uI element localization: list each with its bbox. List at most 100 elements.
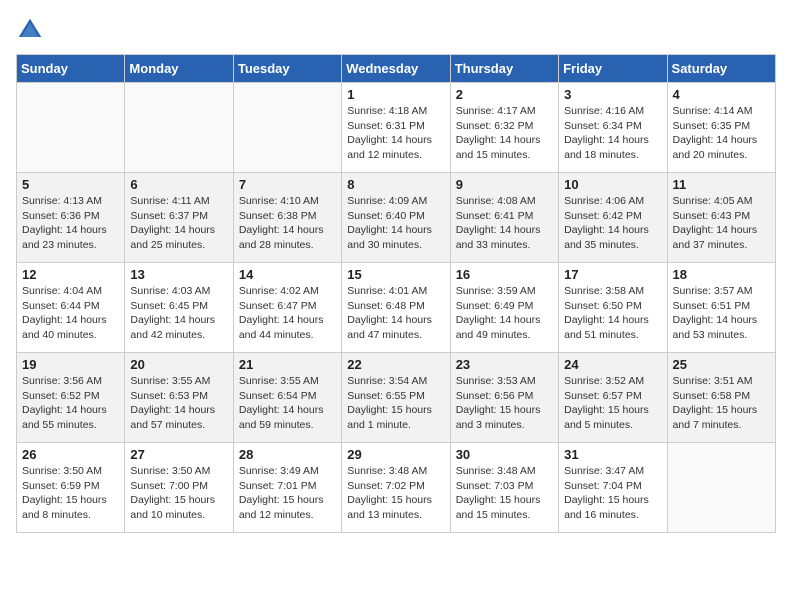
calendar-cell: 10Sunrise: 4:06 AMSunset: 6:42 PMDayligh… — [559, 173, 667, 263]
day-details: Sunrise: 3:48 AMSunset: 7:03 PMDaylight:… — [456, 464, 553, 523]
calendar-cell: 31 Sunrise: 3:47 AMSunset: 7:04 PMDayligh… — [559, 443, 667, 533]
day-number: 4 — [673, 87, 770, 102]
day-details: Sunrise: 3:51 AMSunset: 6:58 PMDaylight:… — [673, 374, 770, 433]
page-header — [16, 16, 776, 44]
calendar-cell: 22 Sunrise: 3:54 AMSunset: 6:55 PMDayligh… — [342, 353, 450, 443]
calendar-cell: 21 Sunrise: 3:55 AMSunset: 6:54 PMDayligh… — [233, 353, 341, 443]
day-of-week-header: Thursday — [450, 55, 558, 83]
day-number: 20 — [130, 357, 227, 372]
calendar-cell: 9 Sunrise: 4:08 AMSunset: 6:41 PMDaylight… — [450, 173, 558, 263]
calendar-table: SundayMondayTuesdayWednesdayThursdayFrid… — [16, 54, 776, 533]
day-number: 5 — [22, 177, 119, 192]
day-number: 31 — [564, 447, 661, 462]
calendar-cell: 5 Sunrise: 4:13 AMSunset: 6:36 PMDaylight… — [17, 173, 125, 263]
calendar-cell: 11 Sunrise: 4:05 AMSunset: 6:43 PMDayligh… — [667, 173, 775, 263]
day-details: Sunrise: 4:01 AMSunset: 6:48 PMDaylight:… — [347, 284, 444, 343]
day-number: 2 — [456, 87, 553, 102]
calendar-cell: 12 Sunrise: 4:04 AMSunset: 6:44 PMDayligh… — [17, 263, 125, 353]
day-number: 25 — [673, 357, 770, 372]
calendar-week-row: 1 Sunrise: 4:18 AMSunset: 6:31 PMDaylight… — [17, 83, 776, 173]
day-details: Sunrise: 4:16 AMSunset: 6:34 PMDaylight:… — [564, 104, 661, 163]
day-details: Sunrise: 4:09 AMSunset: 6:40 PMDaylight:… — [347, 194, 444, 253]
day-number: 10 — [564, 177, 661, 192]
day-details: Sunrise: 3:48 AMSunset: 7:02 PMDaylight:… — [347, 464, 444, 523]
day-number: 1 — [347, 87, 444, 102]
day-number: 27 — [130, 447, 227, 462]
calendar-cell: 27 Sunrise: 3:50 AMSunset: 7:00 PMDayligh… — [125, 443, 233, 533]
logo — [16, 16, 48, 44]
day-number: 30 — [456, 447, 553, 462]
day-details: Sunrise: 3:47 AMSunset: 7:04 PMDaylight:… — [564, 464, 661, 523]
calendar-cell: 24Sunrise: 3:52 AMSunset: 6:57 PMDayligh… — [559, 353, 667, 443]
day-details: Sunrise: 3:53 AMSunset: 6:56 PMDaylight:… — [456, 374, 553, 433]
calendar-cell: 29 Sunrise: 3:48 AMSunset: 7:02 PMDayligh… — [342, 443, 450, 533]
calendar-cell: 17Sunrise: 3:58 AMSunset: 6:50 PMDayligh… — [559, 263, 667, 353]
day-details: Sunrise: 4:08 AMSunset: 6:41 PMDaylight:… — [456, 194, 553, 253]
day-number: 26 — [22, 447, 119, 462]
day-number: 29 — [347, 447, 444, 462]
calendar-cell: 2 Sunrise: 4:17 AMSunset: 6:32 PMDaylight… — [450, 83, 558, 173]
calendar-cell: 3 Sunrise: 4:16 AMSunset: 6:34 PMDaylight… — [559, 83, 667, 173]
day-of-week-header: Sunday — [17, 55, 125, 83]
day-number: 13 — [130, 267, 227, 282]
day-number: 9 — [456, 177, 553, 192]
day-details: Sunrise: 4:05 AMSunset: 6:43 PMDaylight:… — [673, 194, 770, 253]
day-details: Sunrise: 3:55 AMSunset: 6:54 PMDaylight:… — [239, 374, 336, 433]
calendar-week-row: 26 Sunrise: 3:50 AMSunset: 6:59 PMDayligh… — [17, 443, 776, 533]
day-number: 18 — [673, 267, 770, 282]
day-details: Sunrise: 3:50 AMSunset: 7:00 PMDaylight:… — [130, 464, 227, 523]
day-details: Sunrise: 3:59 AMSunset: 6:49 PMDaylight:… — [456, 284, 553, 343]
day-details: Sunrise: 3:54 AMSunset: 6:55 PMDaylight:… — [347, 374, 444, 433]
calendar-cell: 28Sunrise: 3:49 AMSunset: 7:01 PMDayligh… — [233, 443, 341, 533]
day-number: 3 — [564, 87, 661, 102]
day-details: Sunrise: 3:50 AMSunset: 6:59 PMDaylight:… — [22, 464, 119, 523]
day-details: Sunrise: 3:55 AMSunset: 6:53 PMDaylight:… — [130, 374, 227, 433]
calendar-week-row: 12 Sunrise: 4:04 AMSunset: 6:44 PMDayligh… — [17, 263, 776, 353]
calendar-cell: 26 Sunrise: 3:50 AMSunset: 6:59 PMDayligh… — [17, 443, 125, 533]
calendar-week-row: 5 Sunrise: 4:13 AMSunset: 6:36 PMDaylight… — [17, 173, 776, 263]
day-details: Sunrise: 3:49 AMSunset: 7:01 PMDaylight:… — [239, 464, 336, 523]
day-details: Sunrise: 4:04 AMSunset: 6:44 PMDaylight:… — [22, 284, 119, 343]
logo-icon — [16, 16, 44, 44]
day-details: Sunrise: 4:17 AMSunset: 6:32 PMDaylight:… — [456, 104, 553, 163]
calendar-cell: 25 Sunrise: 3:51 AMSunset: 6:58 PMDayligh… — [667, 353, 775, 443]
calendar-cell: 6 Sunrise: 4:11 AMSunset: 6:37 PMDaylight… — [125, 173, 233, 263]
day-details: Sunrise: 4:13 AMSunset: 6:36 PMDaylight:… — [22, 194, 119, 253]
day-details: Sunrise: 4:02 AMSunset: 6:47 PMDaylight:… — [239, 284, 336, 343]
day-number: 6 — [130, 177, 227, 192]
day-details: Sunrise: 4:11 AMSunset: 6:37 PMDaylight:… — [130, 194, 227, 253]
calendar-cell: 19Sunrise: 3:56 AMSunset: 6:52 PMDayligh… — [17, 353, 125, 443]
day-details: Sunrise: 3:58 AMSunset: 6:50 PMDaylight:… — [564, 284, 661, 343]
calendar-cell: 23Sunrise: 3:53 AMSunset: 6:56 PMDayligh… — [450, 353, 558, 443]
calendar-cell: 1 Sunrise: 4:18 AMSunset: 6:31 PMDaylight… — [342, 83, 450, 173]
day-details: Sunrise: 4:10 AMSunset: 6:38 PMDaylight:… — [239, 194, 336, 253]
calendar-cell — [233, 83, 341, 173]
calendar-cell — [667, 443, 775, 533]
day-number: 22 — [347, 357, 444, 372]
day-details: Sunrise: 4:14 AMSunset: 6:35 PMDaylight:… — [673, 104, 770, 163]
day-details: Sunrise: 3:52 AMSunset: 6:57 PMDaylight:… — [564, 374, 661, 433]
day-number: 16 — [456, 267, 553, 282]
day-details: Sunrise: 4:18 AMSunset: 6:31 PMDaylight:… — [347, 104, 444, 163]
day-details: Sunrise: 3:57 AMSunset: 6:51 PMDaylight:… — [673, 284, 770, 343]
calendar-cell: 30 Sunrise: 3:48 AMSunset: 7:03 PMDayligh… — [450, 443, 558, 533]
day-number: 14 — [239, 267, 336, 282]
day-of-week-header: Monday — [125, 55, 233, 83]
day-details: Sunrise: 4:03 AMSunset: 6:45 PMDaylight:… — [130, 284, 227, 343]
calendar-cell: 8 Sunrise: 4:09 AMSunset: 6:40 PMDaylight… — [342, 173, 450, 263]
day-number: 21 — [239, 357, 336, 372]
calendar-cell: 15Sunrise: 4:01 AMSunset: 6:48 PMDayligh… — [342, 263, 450, 353]
calendar-week-row: 19Sunrise: 3:56 AMSunset: 6:52 PMDayligh… — [17, 353, 776, 443]
calendar-cell: 13 Sunrise: 4:03 AMSunset: 6:45 PMDayligh… — [125, 263, 233, 353]
calendar-cell — [125, 83, 233, 173]
calendar-cell: 7 Sunrise: 4:10 AMSunset: 6:38 PMDaylight… — [233, 173, 341, 263]
day-number: 12 — [22, 267, 119, 282]
day-details: Sunrise: 3:56 AMSunset: 6:52 PMDaylight:… — [22, 374, 119, 433]
calendar-cell: 20 Sunrise: 3:55 AMSunset: 6:53 PMDayligh… — [125, 353, 233, 443]
day-of-week-header: Friday — [559, 55, 667, 83]
day-number: 7 — [239, 177, 336, 192]
day-of-week-header: Tuesday — [233, 55, 341, 83]
day-number: 8 — [347, 177, 444, 192]
calendar-cell: 14 Sunrise: 4:02 AMSunset: 6:47 PMDayligh… — [233, 263, 341, 353]
day-number: 11 — [673, 177, 770, 192]
